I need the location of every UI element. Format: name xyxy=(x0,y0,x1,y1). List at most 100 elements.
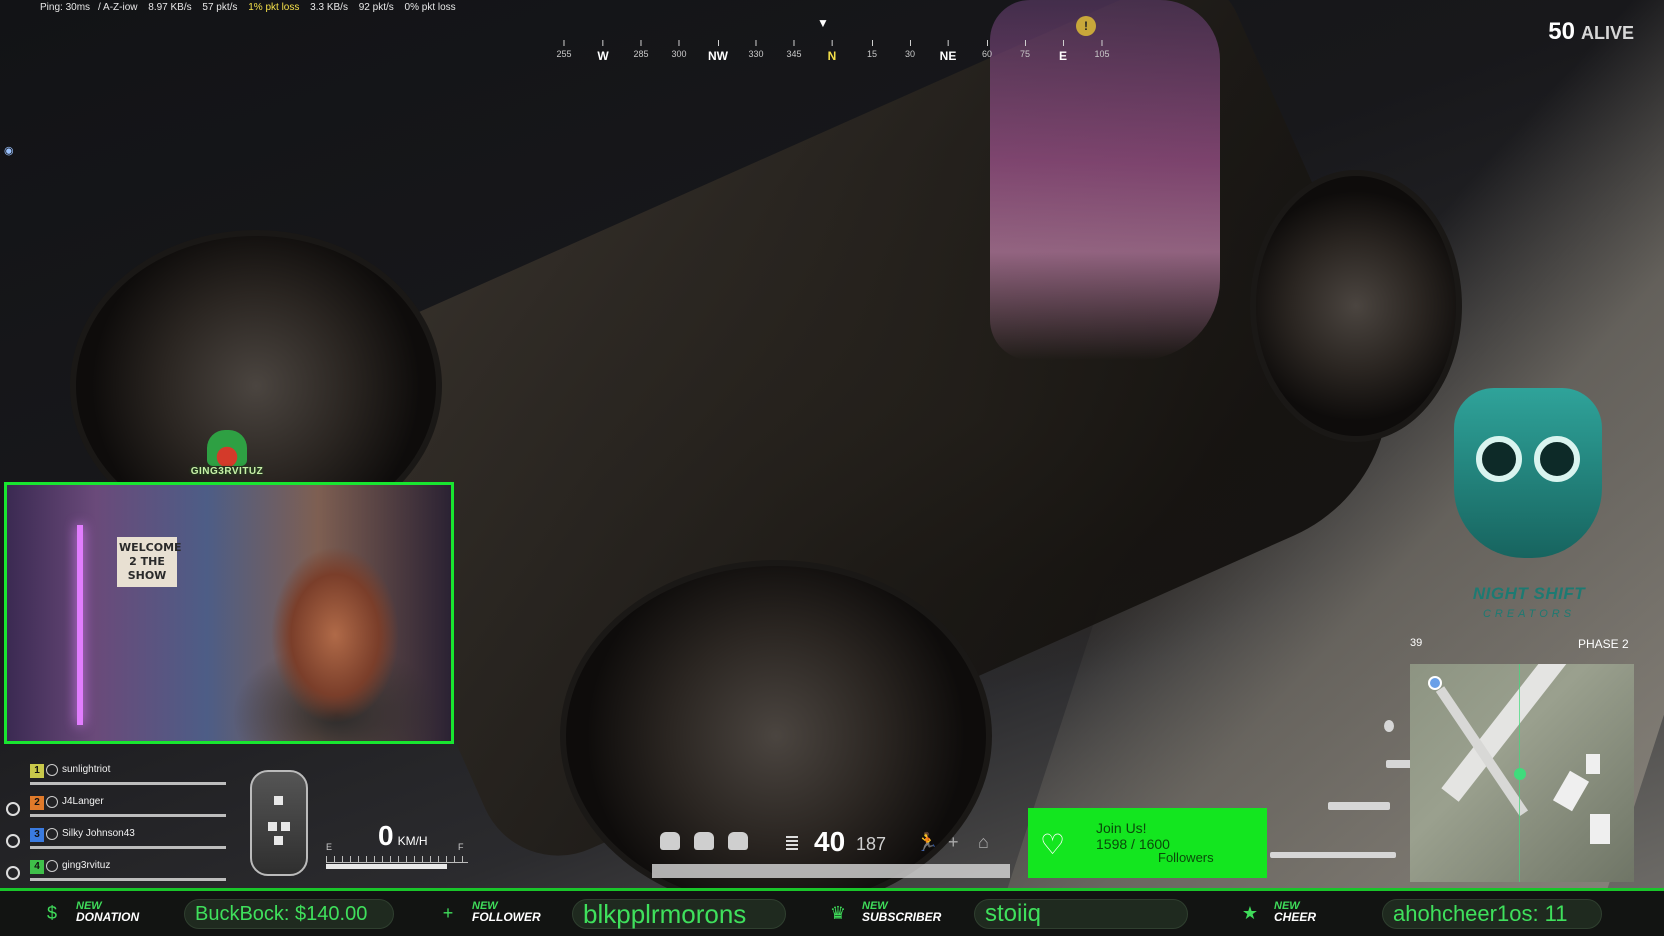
vest-icon xyxy=(728,832,748,850)
compass-mark: 75 xyxy=(1020,40,1030,59)
compass-mark: 105 xyxy=(1094,40,1109,59)
compass-mark: 30 xyxy=(905,40,915,59)
minimap-count: 39 xyxy=(1410,637,1423,649)
stance-icon: 🏃 xyxy=(916,832,939,852)
zone-phase: PHASE 2 xyxy=(1578,637,1629,651)
alert-donation: $ NEW DONATION BuckBock: $140.00 xyxy=(40,891,400,936)
squad-name: ging3rvituz xyxy=(62,860,111,871)
squad-index: 1 xyxy=(30,764,44,778)
steering-wheel-icon xyxy=(6,802,20,816)
brand-name: NIGHT SHIFT xyxy=(1472,584,1586,603)
streamer-logo: GING3RVITUZ xyxy=(184,430,270,477)
upload-loss: 0% pkt loss xyxy=(404,2,456,13)
helmet-icon xyxy=(694,832,714,850)
download-pkt: 57 pkt/s xyxy=(202,2,238,13)
streamer-logo-text: GING3RVITUZ xyxy=(190,466,264,477)
squad-index: 4 xyxy=(30,860,44,874)
alert-kind: NEW DONATION xyxy=(76,901,140,924)
heal-icon: + xyxy=(948,832,959,852)
fuel-empty-label: E xyxy=(326,842,333,852)
player-location-icon xyxy=(1514,768,1526,780)
minimap-building xyxy=(1586,754,1600,774)
platform-icon xyxy=(46,828,58,840)
alert-type: SUBSCRIBER xyxy=(862,910,942,924)
health-bar xyxy=(30,846,226,849)
squad-index: 2 xyxy=(30,796,44,810)
alert-kind: NEW CHEER xyxy=(1274,901,1317,924)
grenade-icon xyxy=(1384,720,1394,732)
compass-mark: 60 xyxy=(982,40,992,59)
speed-value: 0 xyxy=(378,820,394,851)
squad-member: 4 ging3rvituz xyxy=(6,858,226,890)
backpack-icon xyxy=(660,832,680,850)
alive-counter: 50 ALIVE xyxy=(1548,18,1634,46)
download-rate: 8.97 KB/s xyxy=(148,2,192,13)
alert-value: blkpplrmorons xyxy=(572,899,786,929)
squad-list: 1 sunlightriot 2 J4Langer 3 Silky Johnso… xyxy=(6,762,226,890)
platform-icon xyxy=(46,796,58,808)
fuel-ticks xyxy=(326,856,468,863)
alert-type: CHEER xyxy=(1274,910,1317,924)
squad-name: Silky Johnson43 xyxy=(62,828,135,839)
vehicle-seat-map xyxy=(250,770,308,876)
inventory-bar: 40 187 🏃 + ⌂ xyxy=(652,826,1010,882)
lungs-icon: ⌂ xyxy=(978,832,989,852)
platform-icon xyxy=(46,764,58,776)
fuel-full-label: F xyxy=(458,842,464,852)
fuel-gauge: E F xyxy=(326,842,468,870)
alert-value: stoiiq xyxy=(974,899,1188,929)
owl-eye xyxy=(1534,436,1580,482)
minimap[interactable] xyxy=(1410,664,1634,882)
alert-subscriber: ♛ NEW SUBSCRIBER stoiiq xyxy=(826,891,1196,936)
seat-icon xyxy=(281,822,290,831)
squad-name: J4Langer xyxy=(62,796,104,807)
network-stats: Ping: 30ms / A-Z-iow 8.97 KB/s 57 pkt/s 1… xyxy=(40,2,464,13)
player-health-bar xyxy=(652,864,1010,878)
health-bar xyxy=(30,878,226,881)
speed-unit: KM/H xyxy=(397,834,428,848)
smg-icon xyxy=(1328,802,1390,810)
teammate-indicator-icon: ◉ xyxy=(4,145,14,157)
goal-title: Join Us! xyxy=(1096,820,1147,836)
welcome-sign: WELCOME 2 THE SHOW xyxy=(117,537,182,587)
squad-index: 3 xyxy=(30,828,44,842)
compass-mark: E xyxy=(1059,40,1067,63)
squad-member: 3 Silky Johnson43 xyxy=(6,826,226,858)
alert-type: DONATION xyxy=(76,910,140,924)
seat-icon xyxy=(268,822,277,831)
health-bar xyxy=(30,782,226,785)
alert-value: BuckBock: $140.00 xyxy=(184,899,394,929)
steering-wheel-icon xyxy=(6,866,20,880)
squad-name: sunlightriot xyxy=(62,764,111,775)
alert-value: ahohcheer1os: 11 xyxy=(1382,899,1602,929)
alert-kind: NEW FOLLOWER xyxy=(472,901,541,924)
squad-member: 1 sunlightriot xyxy=(6,762,226,794)
compass-mark: 255 xyxy=(556,40,571,59)
vehicle-pin-icon xyxy=(1428,676,1442,690)
compass-mark: NW xyxy=(708,40,728,63)
follower-goal-widget: ♡ Join Us! 1598 / 1600 Followers xyxy=(1028,808,1267,878)
compass: ▼ 255 W 285 300 NW 330 345 N 15 30 NE 60… xyxy=(540,16,1110,66)
alive-count: 50 xyxy=(1548,18,1575,45)
ping-text: Ping: 30ms xyxy=(40,2,91,13)
download-loss: 1% pkt loss xyxy=(248,2,300,13)
alert-cheer: ★ NEW CHEER ahohcheer1os: 11 xyxy=(1238,891,1638,936)
minimap-building xyxy=(1552,770,1590,812)
steering-wheel-icon xyxy=(6,834,20,848)
compass-pointer-icon: ▼ xyxy=(817,16,829,30)
goal-label: Followers xyxy=(1158,850,1214,865)
speedometer: 0 KM/H xyxy=(378,820,428,852)
region-text: / A-Z-iow xyxy=(98,2,138,13)
upload-pkt: 92 pkt/s xyxy=(358,2,394,13)
minimap-building xyxy=(1590,814,1610,844)
compass-mark: W xyxy=(597,40,608,63)
compass-mark: 285 xyxy=(633,40,648,59)
compass-mark: 300 xyxy=(671,40,686,59)
leprechaun-icon xyxy=(207,430,247,466)
compass-mark: N xyxy=(828,40,837,63)
alert-type: FOLLOWER xyxy=(472,910,541,924)
waypoint-marker-icon: ! xyxy=(1076,16,1096,36)
squad-member: 2 J4Langer xyxy=(6,794,226,826)
compass-mark: NE xyxy=(940,40,957,63)
ammo-total: 187 xyxy=(856,834,887,854)
